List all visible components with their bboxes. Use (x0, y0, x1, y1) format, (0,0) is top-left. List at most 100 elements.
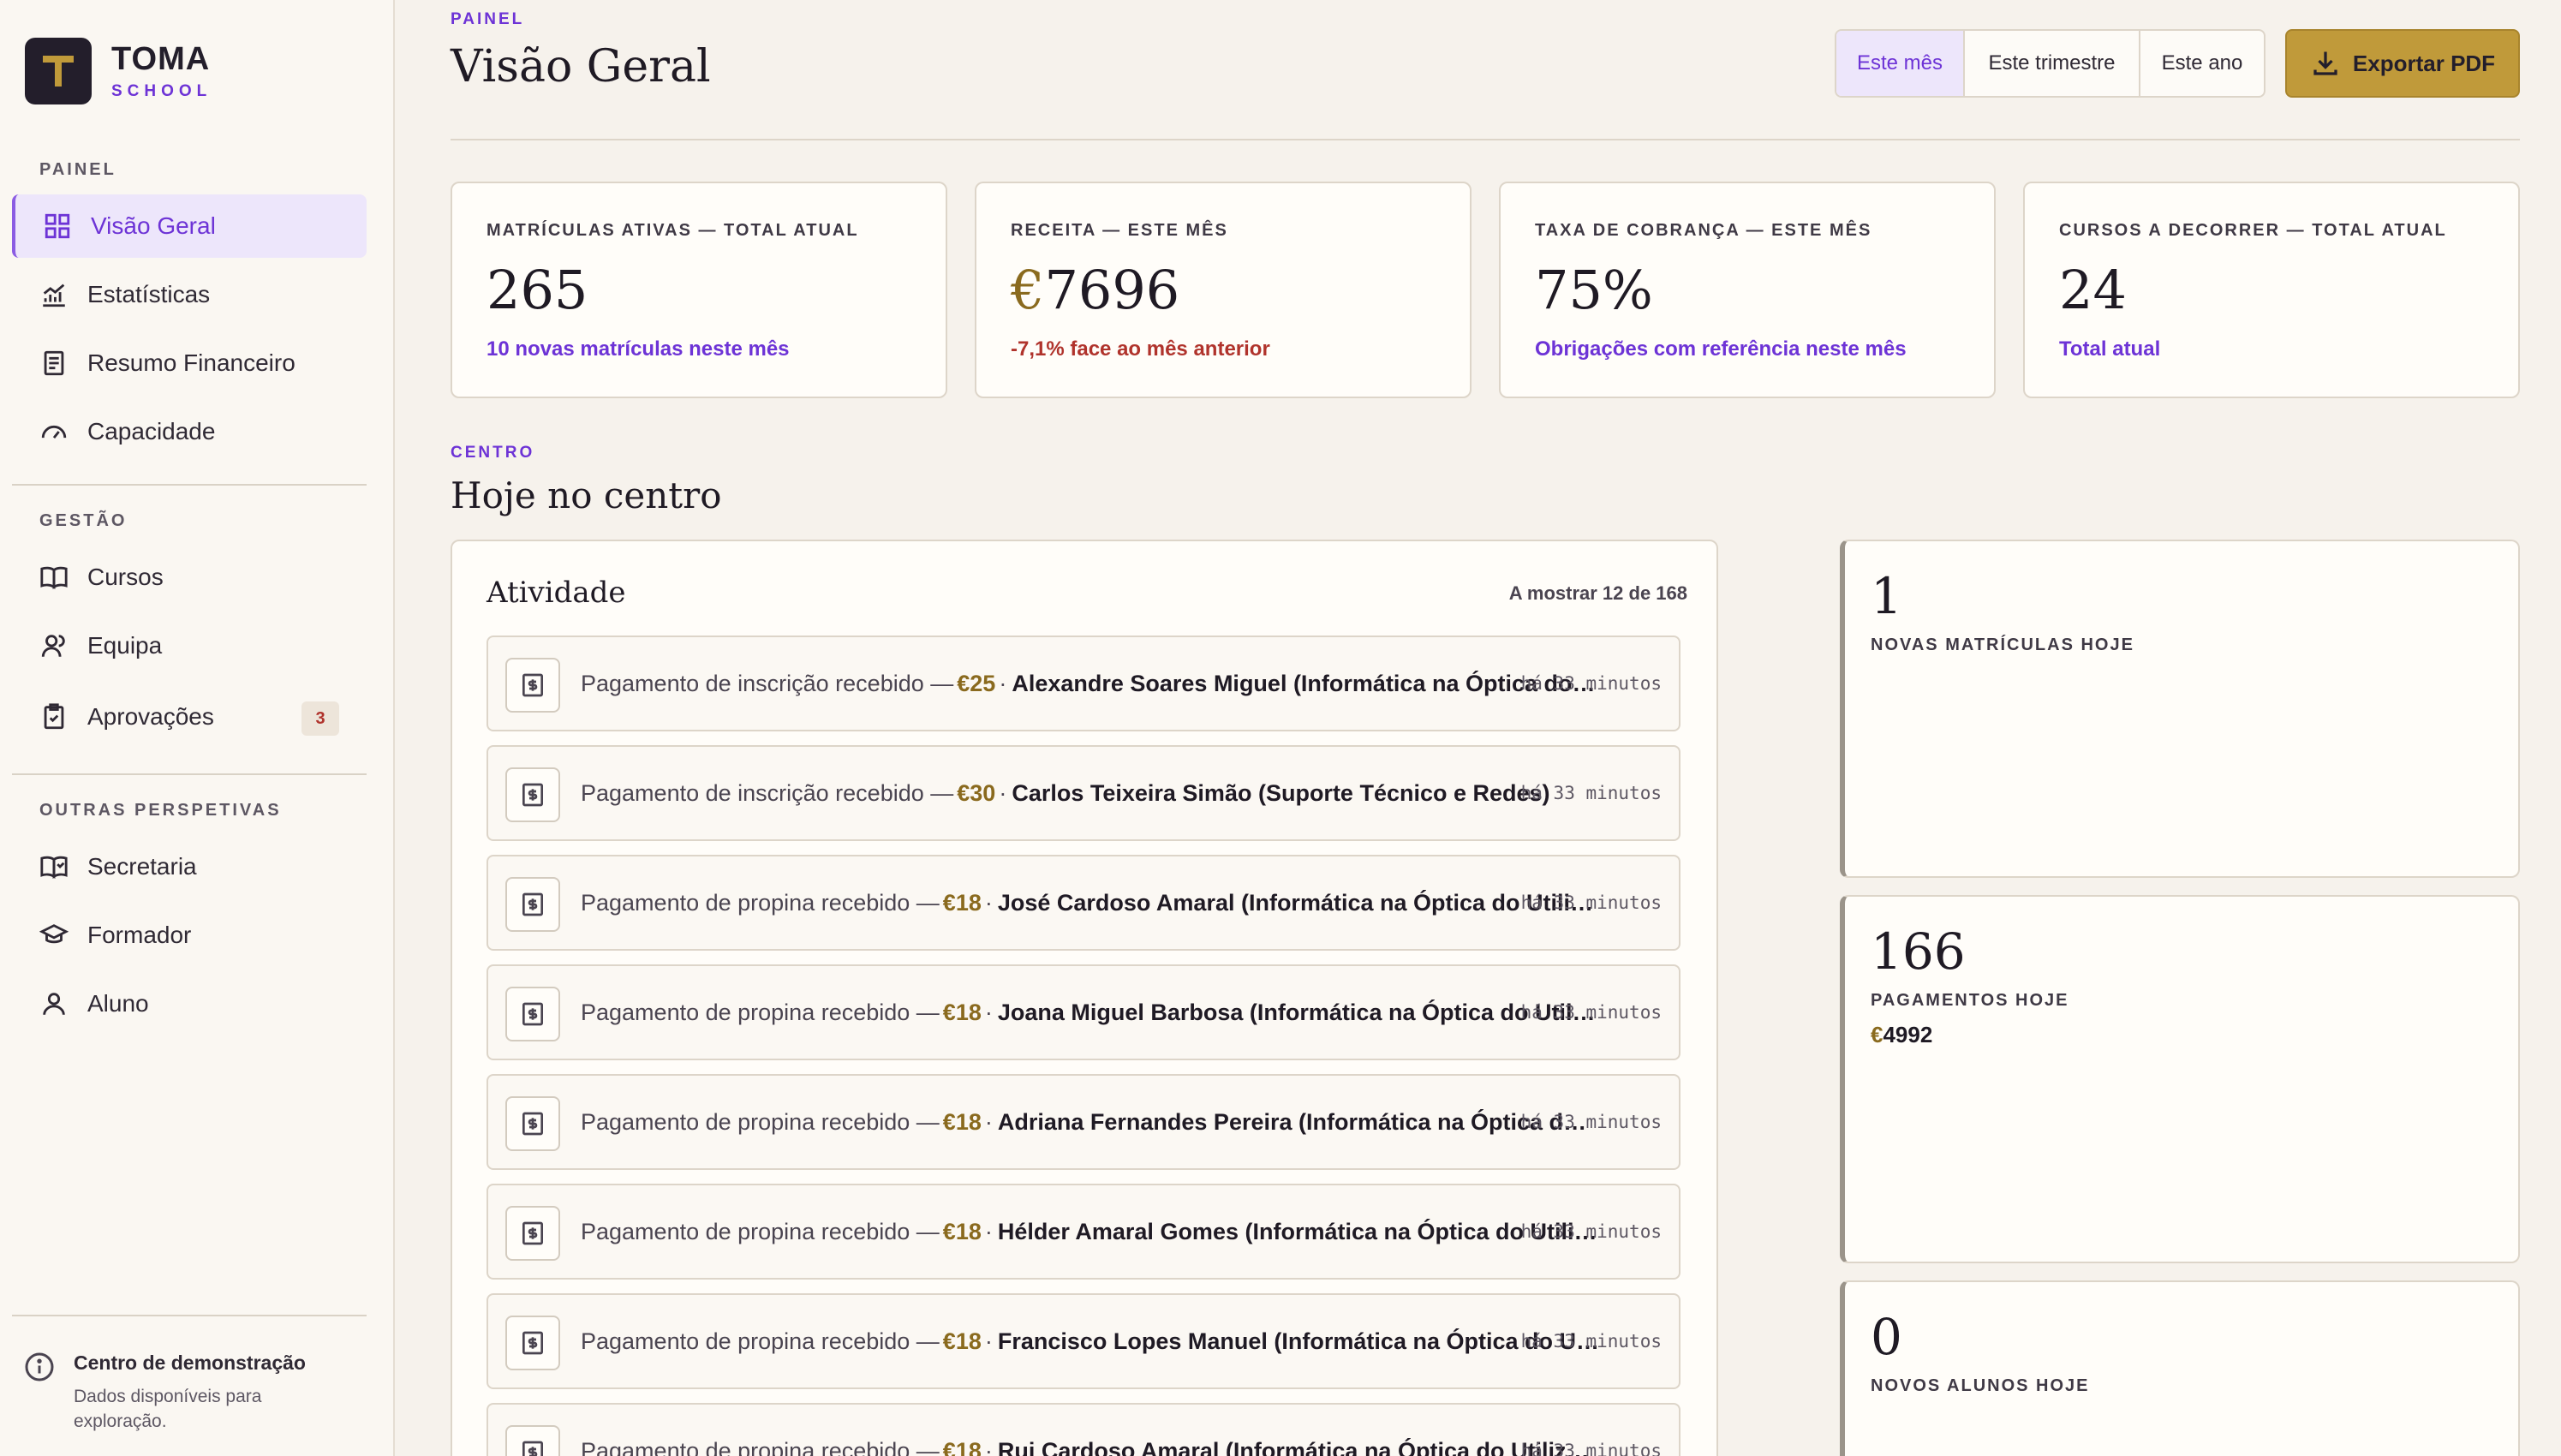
sidebar-item-capacidade[interactable]: Capacidade (12, 400, 367, 463)
document-icon (44, 350, 64, 376)
kpi-note: Obrigações com referência neste mês (1535, 337, 1907, 361)
sidebar-item-visao-geral[interactable]: Visão Geral (12, 194, 367, 258)
receipt-icon (522, 1112, 543, 1136)
currency-symbol: € (942, 1218, 956, 1244)
stat-number: 1 (1871, 567, 1902, 625)
logo-t-icon (43, 56, 74, 87)
download-icon (2313, 51, 2337, 75)
kpi-label: CURSOS A DECORRER — TOTAL ATUAL (2059, 221, 2447, 240)
activity-person: Rui Cardoso Amaral (Informática na Óptic… (997, 1437, 1600, 1456)
period-this-quarter[interactable]: Este trimestre (1965, 31, 2140, 96)
brand-name: TOMA (111, 41, 211, 77)
activity-person: Hélder Amaral Gomes (Informática na Ópti… (997, 1218, 1600, 1244)
separator-dot: · (984, 1328, 993, 1354)
book-open-icon (40, 856, 68, 879)
activity-row[interactable]: Pagamento de inscrição recebido — €25 · Ale… (487, 636, 1680, 731)
currency-symbol: € (942, 1108, 956, 1135)
sidebar-item-label: Cursos (87, 564, 164, 590)
kpi-value-number: 75% (1535, 259, 1653, 321)
stat-card-novos-alunos: 0 NOVOS ALUNOS HOJE (1840, 1280, 2520, 1456)
export-pdf-button[interactable]: Exportar PDF (2285, 29, 2520, 98)
receipt-icon-box (505, 767, 560, 822)
sidebar-item-cursos[interactable]: Cursos (12, 546, 367, 609)
currency-symbol: € (942, 889, 956, 916)
kpi-label: MATRÍCULAS ATIVAS — TOTAL ATUAL (487, 221, 859, 240)
activity-amount-value: 18 (955, 889, 982, 916)
activity-amount: €18 (943, 1328, 982, 1355)
activity-time: há 33 minutos (1520, 892, 1662, 913)
sidebar-divider (12, 484, 367, 486)
activity-description: Pagamento de inscrição recebido — (581, 779, 954, 806)
activity-person: José Cardoso Amaral (Informática na Ópti… (997, 889, 1600, 916)
activity-amount: €18 (943, 1000, 982, 1026)
activity-amount: €25 (957, 671, 995, 697)
sidebar-item-label: Formador (87, 922, 192, 948)
activity-row[interactable]: Pagamento de inscrição recebido — €30 · Car… (487, 745, 1680, 841)
kpi-card-cursos: CURSOS A DECORRER — TOTAL ATUAL 24 Total… (2023, 182, 2520, 398)
separator-dot: · (984, 1108, 993, 1135)
receipt-icon-box (505, 1096, 560, 1151)
activity-description: Pagamento de propina recebido — (581, 1108, 940, 1135)
stat-label: NOVOS ALUNOS HOJE (1871, 1376, 2090, 1395)
activity-description: Pagamento de propina recebido — (581, 999, 940, 1025)
sidebar-item-label: Visão Geral (91, 212, 216, 239)
period-this-year[interactable]: Este ano (2140, 31, 2264, 96)
demo-center-subtitle: Dados disponíveis para exploração. (74, 1387, 262, 1431)
receipt-icon-box (505, 1316, 560, 1370)
separator-dot: · (984, 999, 993, 1025)
section-eyebrow: CENTRO (451, 444, 535, 462)
currency-symbol: € (1011, 259, 1045, 321)
activity-row[interactable]: Pagamento de propina recebido — €18 · Adria… (487, 1074, 1680, 1170)
activity-amount: €18 (943, 1219, 982, 1245)
clipboard-check-icon (44, 703, 64, 730)
activity-row[interactable]: Pagamento de propina recebido — €18 · José … (487, 855, 1680, 951)
activity-text: Pagamento de inscrição recebido — €25 · Ale… (581, 637, 1600, 730)
demo-center-title: Centro de demonstração (74, 1352, 306, 1374)
receipt-icon-box (505, 987, 560, 1041)
sidebar-item-resumo-financeiro[interactable]: Resumo Financeiro (12, 331, 367, 395)
sidebar-item-formador[interactable]: Formador (12, 904, 367, 967)
activity-time: há 33 minutos (1520, 1441, 1662, 1456)
receipt-icon (522, 1441, 543, 1456)
activity-amount-value: 18 (955, 1437, 982, 1456)
currency-symbol: € (942, 1437, 956, 1456)
activity-amount-value: 18 (955, 1328, 982, 1354)
sidebar-item-aluno[interactable]: Aluno (12, 972, 367, 1035)
currency-symbol: € (942, 1328, 956, 1354)
kpi-card-matriculas: MATRÍCULAS ATIVAS — TOTAL ATUAL 265 10 n… (451, 182, 947, 398)
separator-dot: · (984, 1218, 993, 1244)
activity-person: Carlos Teixeira Simão (Suporte Técnico e… (1012, 779, 1550, 806)
sidebar-item-equipa[interactable]: Equipa (12, 614, 367, 677)
receipt-icon-box (505, 1206, 560, 1261)
activity-description: Pagamento de inscrição recebido — (581, 670, 954, 696)
activity-row[interactable]: Pagamento de propina recebido — €18 · Franc… (487, 1293, 1680, 1389)
sidebar-item-label: Resumo Financeiro (87, 349, 296, 376)
sidebar-item-label: Aprovações (87, 703, 214, 730)
activity-amount-value: 18 (955, 999, 982, 1025)
period-this-month[interactable]: Este mês (1836, 31, 1965, 96)
sidebar-item-estatisticas[interactable]: Estatísticas (12, 263, 367, 326)
activity-count: A mostrar 12 de 168 (1508, 582, 1687, 604)
receipt-icon-box (505, 877, 560, 932)
activity-row[interactable]: Pagamento de propina recebido — €18 · Joana… (487, 964, 1680, 1060)
approvals-count-badge: 3 (301, 701, 339, 736)
kpi-label: RECEITA — ESTE MÊS (1011, 221, 1228, 240)
activity-text: Pagamento de inscrição recebido — €30 · Car… (581, 747, 1600, 839)
sidebar-item-label: Secretaria (87, 853, 197, 880)
brand-logo[interactable] (25, 38, 92, 104)
activity-row[interactable]: Pagamento de propina recebido — €18 · Rui C… (487, 1403, 1680, 1456)
separator-dot: · (984, 1437, 993, 1456)
sidebar-item-secretaria[interactable]: Secretaria (12, 835, 367, 898)
activity-amount-value: 30 (970, 779, 996, 806)
kpi-value-number: 7696 (1044, 259, 1180, 321)
sidebar-item-aprovacoes[interactable]: Aprovações 3 (12, 685, 367, 749)
stat-card-novas-matriculas: 1 NOVAS MATRÍCULAS HOJE (1840, 540, 2520, 878)
stat-number: 166 (1871, 922, 1966, 981)
activity-row[interactable]: Pagamento de propina recebido — €18 · Hélde… (487, 1184, 1680, 1280)
activity-description: Pagamento de propina recebido — (581, 1218, 940, 1244)
kpi-value: 24 (2059, 259, 2127, 321)
receipt-icon (522, 1221, 543, 1245)
sidebar-item-label: Equipa (87, 632, 163, 659)
chart-icon (43, 283, 65, 307)
kpi-note: -7,1% face ao mês anterior (1011, 337, 1270, 361)
